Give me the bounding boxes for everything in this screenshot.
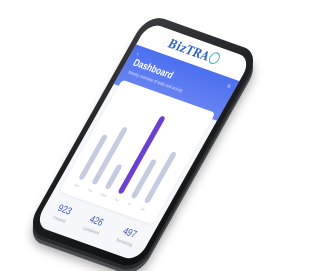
stat-remaining[interactable]: 497 Remaining <box>115 225 140 247</box>
stat-completed[interactable]: 426 Completed <box>82 213 108 235</box>
chart-category-label: Fri <box>126 201 133 207</box>
chart-category-label: Thu <box>113 196 120 203</box>
phone-screen: BizTRA ‹ ≡ Dashboard Weekly overview of … <box>34 21 252 263</box>
phone-device: BizTRA ‹ ≡ Dashboard Weekly overview of … <box>25 13 261 271</box>
stat-created[interactable]: 923 Created <box>52 202 74 224</box>
chart-category-label: Mon <box>73 182 81 189</box>
menu-icon[interactable]: ≡ <box>225 83 231 90</box>
chart-category-label: Tue <box>86 187 94 194</box>
chart-category-label: Sat <box>139 206 146 212</box>
stat-value: 923 <box>55 202 74 217</box>
chart-bar[interactable] <box>78 133 109 181</box>
chart-category-label: Wed <box>99 192 107 198</box>
chart-bar[interactable] <box>143 151 177 204</box>
